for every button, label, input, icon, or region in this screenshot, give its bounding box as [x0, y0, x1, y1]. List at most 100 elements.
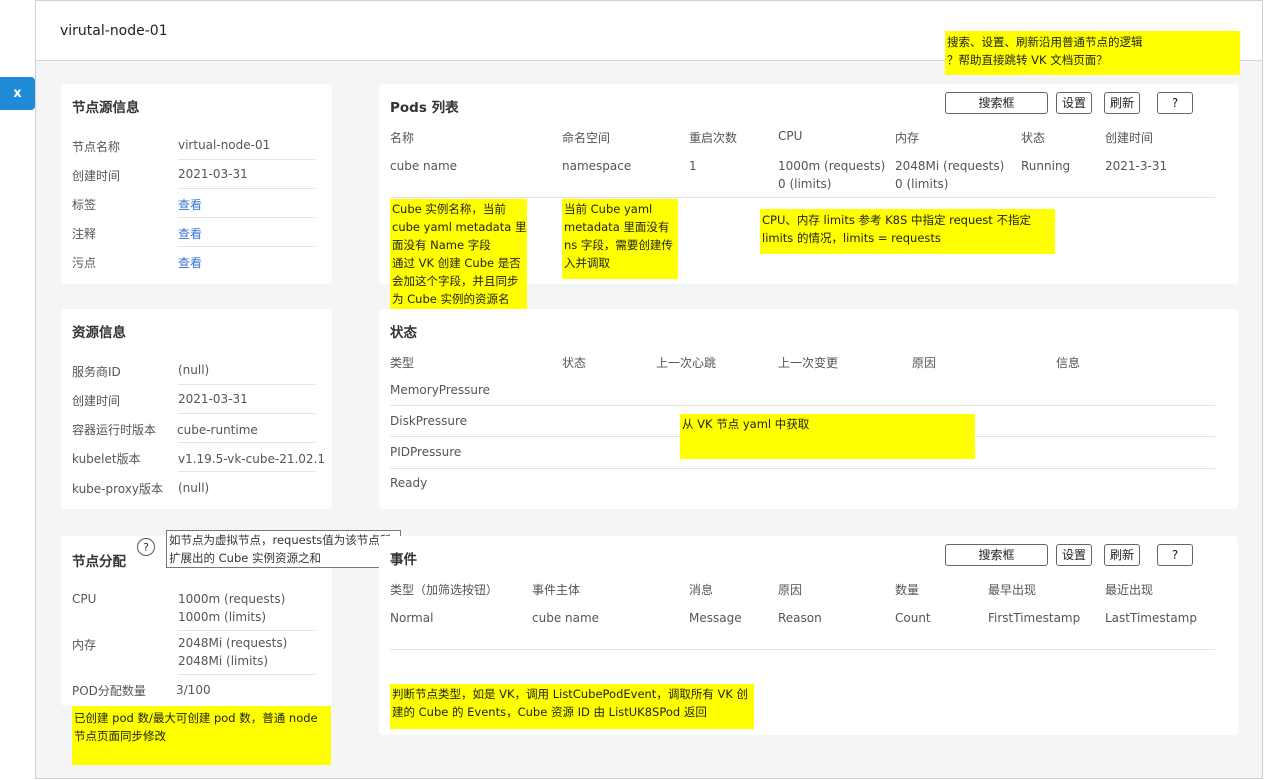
type-filter-header[interactable]: 类型（加筛选按钮） [390, 581, 498, 598]
pods-search-button[interactable]: 搜索框 [945, 92, 1048, 114]
events-settings-button[interactable]: 设置 [1056, 544, 1092, 566]
events-help-button[interactable]: ? [1157, 544, 1193, 566]
pod-cpu-limits-cell: 0 (limits) [778, 177, 832, 191]
runtime-version-value: cube-runtime [177, 423, 258, 437]
events-refresh-button[interactable]: 刷新 [1104, 544, 1140, 566]
condition-type-cell: Ready [390, 476, 428, 490]
divider [178, 471, 315, 472]
taints-view-link[interactable]: 查看 [178, 254, 202, 271]
created-value: 2021-03-31 [178, 167, 248, 181]
node-alloc-help-icon[interactable]: ? [137, 538, 155, 556]
column-header: 重启次数 [689, 131, 738, 145]
event-type-cell: Normal [390, 611, 434, 625]
kubelet-version-value: v1.19.5-vk-cube-21.02.1 [178, 452, 325, 466]
provider-id-value: (null) [178, 363, 210, 377]
divider [178, 188, 315, 189]
column-header: 原因 [778, 583, 803, 597]
kube-proxy-version-value: (null) [178, 481, 210, 495]
column-header: 最早出现 [988, 583, 1037, 597]
pod-created-cell: 2021-3-31 [1105, 159, 1168, 173]
column-header: 创建时间 [1105, 131, 1154, 145]
divider [178, 413, 315, 414]
divider [178, 630, 315, 631]
column-header: 最近出现 [1105, 583, 1154, 597]
top-annotation: 搜索、设置、刷新沿用普通节点的逻辑 ？帮助直接跳转 VK 文档页面？ [945, 31, 1240, 75]
column-header: 数量 [895, 583, 920, 597]
pod-name-cell: cube name [390, 159, 458, 173]
conditions-card: 状态 类型 状态 上一次心跳 上一次变更 原因 信息 MemoryPressur… [379, 309, 1238, 509]
node-source-card: 节点源信息 节点名称 virtual-node-01 创建时间 2021-03-… [61, 84, 332, 284]
pods-refresh-button[interactable]: 刷新 [1104, 92, 1140, 114]
node-alloc-tooltip: 如节点为虚拟节点，requests值为该节点所 扩展出的 Cube 实例资源之和 [166, 530, 401, 568]
row-label: 节点名称 [72, 140, 121, 154]
event-last-cell: LastTimestamp [1105, 611, 1197, 625]
condition-type-cell: DiskPressure [390, 414, 468, 428]
row-label: kubelet版本 [72, 452, 141, 466]
node-name-value: virtual-node-01 [178, 138, 271, 152]
close-button[interactable]: x [0, 77, 35, 110]
row-label: kube-proxy版本 [72, 482, 163, 496]
row-label: CPU [72, 592, 97, 606]
resource-info-card: 资源信息 服务商ID (null) 创建时间 2021-03-31 容器运行时版… [61, 309, 332, 509]
pod-namespace-cell: namespace [562, 159, 632, 173]
row-label: POD分配数量 [72, 684, 146, 698]
column-header: 内存 [895, 131, 920, 145]
pod-cpu-requests-cell: 1000m (requests) [778, 159, 886, 173]
node-source-title: 节点源信息 [72, 100, 140, 116]
row-label: 创建时间 [72, 169, 121, 183]
column-header: 状态 [562, 356, 587, 370]
pods-settings-button[interactable]: 设置 [1056, 92, 1092, 114]
conditions-title: 状态 [390, 325, 417, 341]
column-header: 事件主体 [532, 583, 581, 597]
column-header: 上一次心跳 [656, 356, 717, 370]
pod-name-annotation: Cube 实例名称，当前 cube yaml metadata 里 面没有 Na… [390, 199, 527, 309]
row-label: 注释 [72, 227, 97, 241]
row-label: 服务商ID [72, 365, 121, 379]
event-message-cell: Message [689, 611, 742, 625]
event-first-cell: FirstTimestamp [988, 611, 1081, 625]
divider [390, 197, 1215, 198]
row-label: 创建时间 [72, 394, 121, 408]
created-value: 2021-03-31 [178, 392, 248, 406]
cpu-requests-value: 1000m (requests) [178, 592, 286, 606]
column-header: 名称 [390, 131, 415, 145]
mem-limits-value: 2048Mi (limits) [178, 654, 269, 668]
conditions-annotation: 从 VK 节点 yaml 中获取 [680, 414, 975, 459]
divider [390, 468, 1215, 469]
event-object-cell: cube name [532, 611, 600, 625]
condition-type-cell: MemoryPressure [390, 383, 491, 397]
pod-mem-requests-cell: 2048Mi (requests) [895, 159, 1005, 173]
pods-title: Pods 列表 [390, 100, 459, 116]
cpu-mem-annotation: CPU、内存 limits 参考 K8S 中指定 request 不指定 lim… [760, 209, 1055, 254]
column-header: 信息 [1056, 356, 1081, 370]
divider [178, 217, 315, 218]
page-title: virutal-node-01 [60, 23, 168, 39]
pod-count-value: 3/100 [176, 683, 211, 697]
annotations-view-link[interactable]: 查看 [178, 225, 202, 242]
row-label: 内存 [72, 638, 97, 652]
events-title: 事件 [390, 552, 417, 568]
column-header: 类型 [390, 356, 415, 370]
pod-status-cell: Running [1021, 159, 1071, 173]
namespace-annotation: 当前 Cube yaml metadata 里面没有 ns 字段，需要创建传 入… [562, 199, 678, 279]
pods-help-button[interactable]: ? [1157, 92, 1193, 114]
divider [178, 159, 315, 160]
pod-count-annotation: 已创建 pod 数/最大可创建 pod 数，普通 node 节点页面同步修改 [72, 706, 331, 765]
event-count-cell: Count [895, 611, 931, 625]
divider [178, 384, 315, 385]
condition-type-cell: PIDPressure [390, 445, 462, 459]
events-annotation: 判断节点类型，如是 VK，调用 ListCubePodEvent，调取所有 VK… [390, 684, 754, 729]
labels-view-link[interactable]: 查看 [178, 196, 202, 213]
column-header: 原因 [912, 356, 937, 370]
column-header: 消息 [689, 583, 714, 597]
column-header: 状态 [1021, 131, 1046, 145]
divider [390, 405, 1215, 406]
divider [178, 442, 315, 443]
row-label: 污点 [72, 256, 97, 270]
column-header: 上一次变更 [778, 356, 839, 370]
divider [178, 674, 315, 675]
column-header: CPU [778, 129, 803, 143]
cpu-limits-value: 1000m (limits) [178, 610, 267, 624]
pod-mem-limits-cell: 0 (limits) [895, 177, 949, 191]
events-search-button[interactable]: 搜索框 [945, 544, 1048, 566]
